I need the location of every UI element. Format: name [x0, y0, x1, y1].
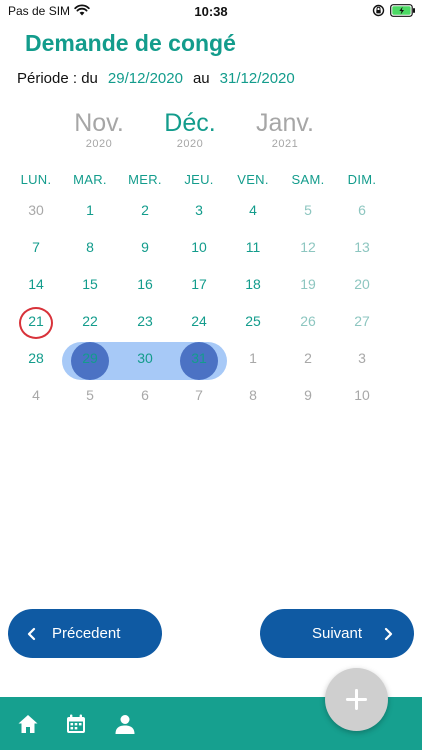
- month-next-name: Janv.: [256, 109, 314, 137]
- clock: 10:38: [194, 4, 228, 19]
- calendar-day[interactable]: 31: [179, 349, 219, 367]
- month-next-year: 2021: [271, 138, 299, 150]
- weekday-dim: DIM.: [347, 172, 377, 187]
- status-bar: Pas de SIM 10:38: [0, 0, 422, 22]
- weekday-lun: LUN.: [20, 172, 52, 187]
- calendar-day[interactable]: 27: [342, 312, 382, 330]
- weekday-sam: SAM.: [291, 172, 325, 187]
- calendar-day[interactable]: 9: [125, 238, 165, 256]
- calendar-day[interactable]: 23: [125, 312, 165, 330]
- calendar-day[interactable]: 29: [70, 349, 110, 367]
- calendar-day[interactable]: 1: [233, 349, 273, 367]
- calendar-day[interactable]: 15: [70, 275, 110, 293]
- month-current[interactable]: Déc. 2020: [145, 110, 235, 150]
- calendar-day[interactable]: 4: [233, 201, 273, 219]
- calendar-day[interactable]: 1: [70, 201, 110, 219]
- calendar-day[interactable]: 10: [342, 386, 382, 404]
- previous-button-label: Précedent: [52, 625, 121, 642]
- next-button-label: Suivant: [312, 625, 363, 642]
- month-next[interactable]: Janv. 2021: [240, 110, 330, 150]
- calendar-day[interactable]: 2: [125, 201, 165, 219]
- calendar-day[interactable]: 26: [288, 312, 328, 330]
- next-button[interactable]: Suivant: [260, 609, 414, 658]
- month-prev[interactable]: Nov. 2020: [54, 110, 144, 150]
- calendar-day[interactable]: 17: [179, 275, 219, 293]
- calendar-day[interactable]: 28: [16, 349, 56, 367]
- calendar-day[interactable]: 6: [125, 386, 165, 404]
- calendar-day[interactable]: 11: [233, 238, 273, 256]
- month-current-name: Déc.: [164, 109, 216, 137]
- weekday-ven: VEN.: [237, 172, 269, 187]
- calendar-day[interactable]: 21: [16, 312, 56, 330]
- start-date: 29/12/2020: [107, 70, 183, 87]
- add-button[interactable]: [325, 668, 388, 731]
- home-icon[interactable]: [17, 713, 39, 735]
- calendar-day[interactable]: 4: [16, 386, 56, 404]
- calendar-day[interactable]: 3: [342, 349, 382, 367]
- calendar-day[interactable]: 7: [16, 238, 56, 256]
- person-icon[interactable]: [114, 713, 136, 735]
- rotation-lock-icon: [372, 4, 385, 17]
- weekday-jeu: JEU.: [184, 172, 214, 187]
- calendar-day[interactable]: 22: [70, 312, 110, 330]
- calendar-day[interactable]: 16: [125, 275, 165, 293]
- calendar-day[interactable]: 18: [233, 275, 273, 293]
- calendar-day[interactable]: 8: [233, 386, 273, 404]
- calendar-day[interactable]: 8: [70, 238, 110, 256]
- month-prev-year: 2020: [85, 138, 113, 150]
- calendar-icon[interactable]: [65, 713, 87, 735]
- weekday-mer: MER.: [128, 172, 162, 187]
- calendar-day[interactable]: 20: [342, 275, 382, 293]
- battery-icon: [390, 4, 415, 17]
- calendar-day[interactable]: 3: [179, 201, 219, 219]
- calendar-day[interactable]: 6: [342, 201, 382, 219]
- page-title: Demande de congé: [25, 30, 236, 56]
- calendar-day[interactable]: 10: [179, 238, 219, 256]
- month-current-year: 2020: [176, 138, 204, 150]
- calendar-day[interactable]: 5: [288, 201, 328, 219]
- calendar-day[interactable]: 30: [125, 349, 165, 367]
- chevron-right-icon: [384, 627, 393, 641]
- calendar-day[interactable]: 13: [342, 238, 382, 256]
- calendar-day[interactable]: 24: [179, 312, 219, 330]
- chevron-left-icon: [27, 627, 36, 641]
- calendar-day[interactable]: 2: [288, 349, 328, 367]
- calendar-day[interactable]: 12: [288, 238, 328, 256]
- period-label: Période : du: [17, 70, 98, 87]
- calendar-day[interactable]: 19: [288, 275, 328, 293]
- calendar-day[interactable]: 14: [16, 275, 56, 293]
- month-prev-name: Nov.: [74, 109, 124, 137]
- previous-button[interactable]: Précedent: [8, 609, 162, 658]
- calendar-day[interactable]: 9: [288, 386, 328, 404]
- weekday-mar: MAR.: [73, 172, 107, 187]
- to-label: au: [192, 70, 210, 87]
- plus-icon: [346, 689, 367, 710]
- period-row: Période : du 29/12/2020 au 31/12/2020: [17, 70, 295, 87]
- calendar-day[interactable]: 5: [70, 386, 110, 404]
- calendar-day[interactable]: 7: [179, 386, 219, 404]
- calendar-day[interactable]: 30: [16, 201, 56, 219]
- end-date: 31/12/2020: [219, 70, 295, 87]
- calendar-day[interactable]: 25: [233, 312, 273, 330]
